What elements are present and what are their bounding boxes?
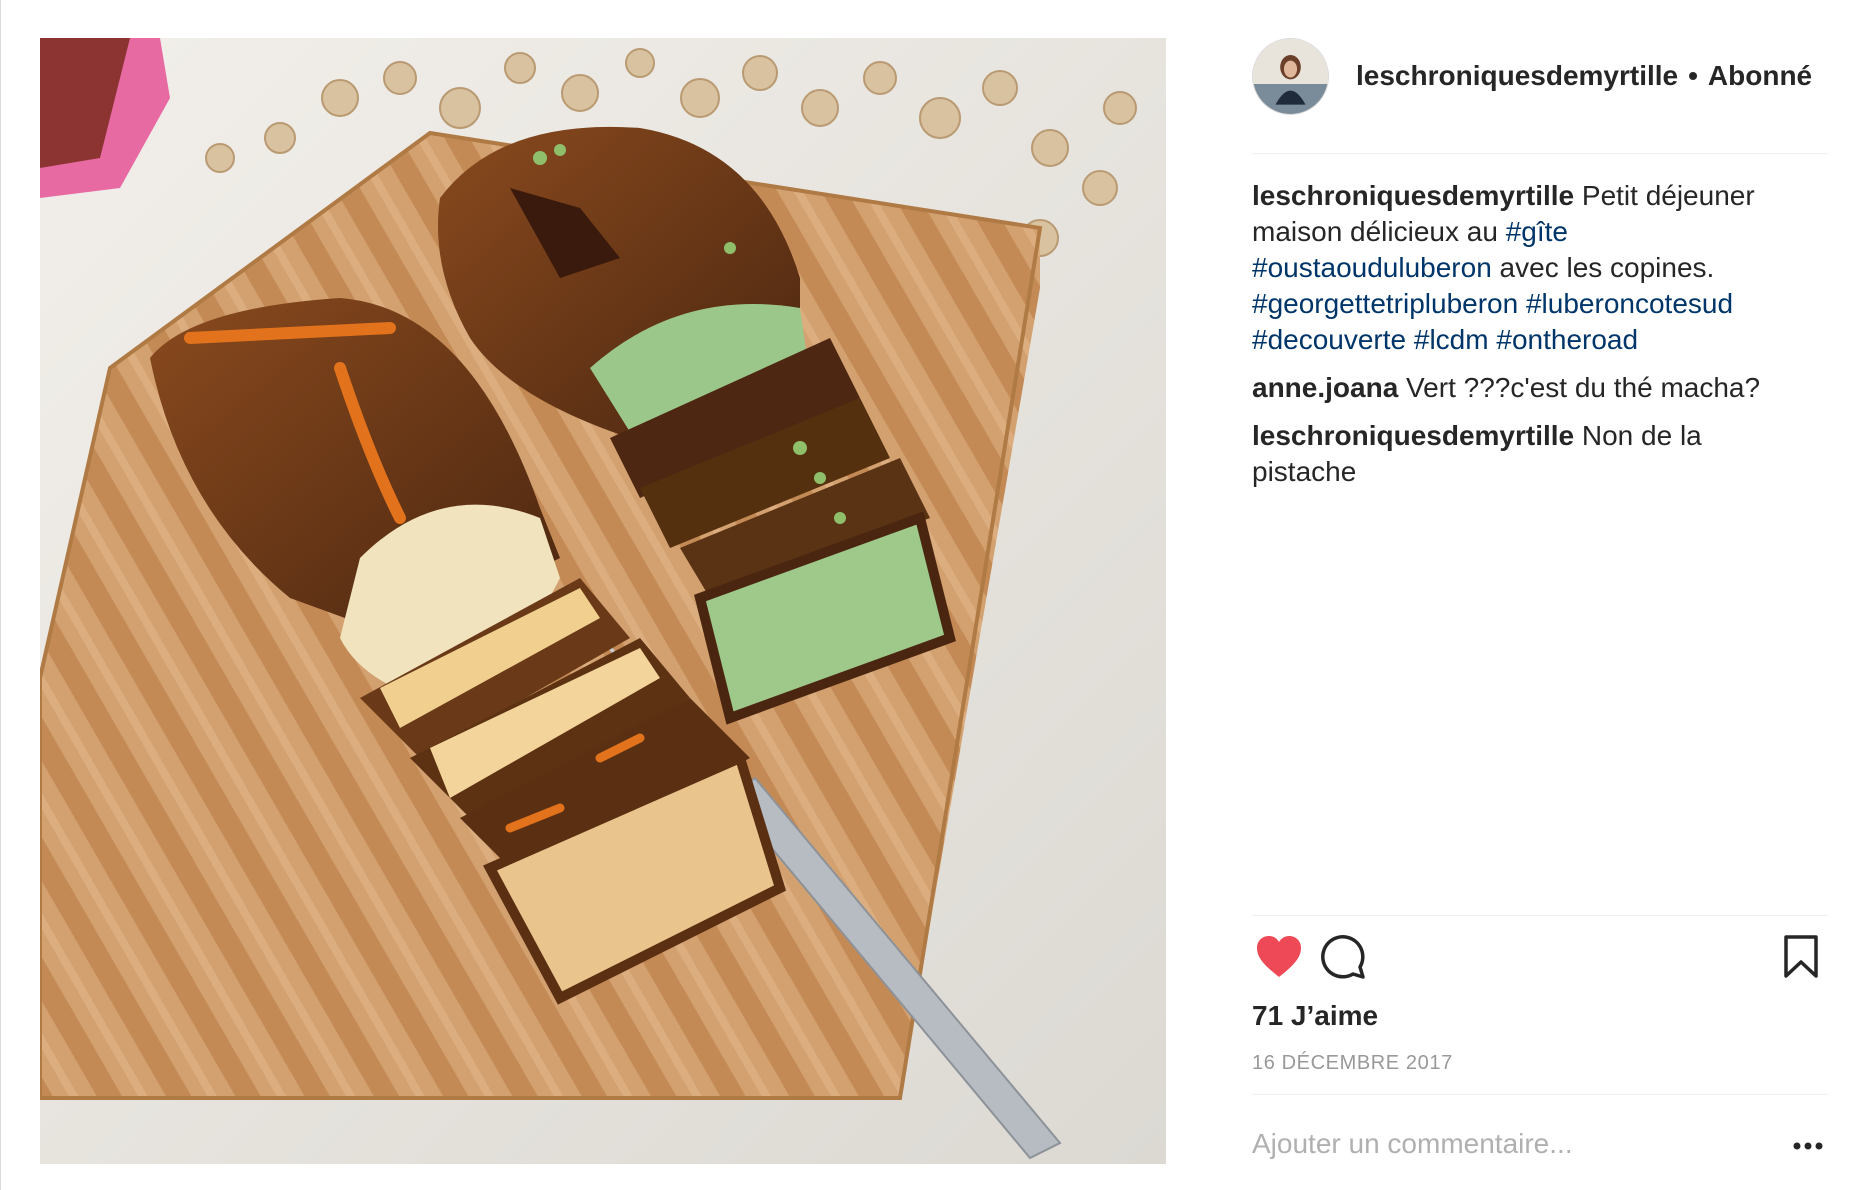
post-actions [1252, 930, 1828, 990]
cake-photo-illustration [40, 38, 1166, 1164]
likes-count[interactable]: 71 J’aime [1252, 1000, 1378, 1032]
comment-username-link[interactable]: leschroniquesdemyrtille [1252, 420, 1574, 451]
hashtag-link[interactable]: #decouverte [1252, 324, 1406, 355]
comment-item: leschroniquesdemyrtille Non de la pistac… [1252, 418, 1812, 490]
more-options-button[interactable] [1788, 1128, 1828, 1164]
comment-icon [1321, 935, 1365, 979]
hashtag-link[interactable]: #georgettetripluberon [1252, 288, 1518, 319]
bookmark-icon [1784, 935, 1818, 978]
caption-space [1518, 288, 1526, 319]
caption-space [1406, 324, 1414, 355]
post-photo[interactable] [40, 38, 1166, 1164]
actions-divider [1252, 915, 1828, 916]
save-button[interactable] [1774, 930, 1828, 984]
avatar-portrait-icon [1253, 39, 1328, 114]
hashtag-link[interactable]: #oustaouduluberon [1252, 252, 1492, 283]
author-avatar[interactable] [1252, 38, 1329, 115]
header-divider [1252, 153, 1828, 154]
add-comment-input[interactable]: Ajouter un commentaire... [1252, 1128, 1812, 1160]
comment-box-divider [1252, 1094, 1828, 1095]
like-button[interactable] [1252, 930, 1306, 984]
post-date[interactable]: 16 DÉCEMBRE 2017 [1252, 1052, 1453, 1075]
separator-dot: • [1688, 60, 1698, 91]
follow-status-button[interactable]: Abonné [1708, 60, 1812, 91]
author-username-link[interactable]: leschroniquesdemyrtille [1356, 60, 1678, 91]
more-options-icon [1793, 1142, 1823, 1150]
caption-username-link[interactable]: leschroniquesdemyrtille [1252, 180, 1574, 211]
heart-icon [1257, 936, 1301, 977]
caption-text: avec les copines. [1491, 252, 1715, 283]
page-border [0, 0, 1, 1190]
comments-list: leschroniquesdemyrtille Petit déjeuner m… [1252, 178, 1812, 502]
comment-item: anne.joana Vert ???c'est du thé macha? [1252, 370, 1812, 406]
post-header: leschroniquesdemyrtille • Abonné [1252, 38, 1828, 118]
comment-text: Vert ???c'est du thé macha? [1398, 372, 1761, 403]
hashtag-link[interactable]: #luberoncotesud [1526, 288, 1733, 319]
post-side-panel: leschroniquesdemyrtille • Abonné leschroni… [1252, 0, 1828, 1190]
hashtag-link[interactable]: #ontheroad [1496, 324, 1638, 355]
caption: leschroniquesdemyrtille Petit déjeuner m… [1252, 178, 1812, 358]
comment-button[interactable] [1316, 930, 1370, 984]
hashtag-link[interactable]: #gîte [1506, 216, 1568, 247]
comment-username-link[interactable]: anne.joana [1252, 372, 1398, 403]
hashtag-link[interactable]: #lcdm [1414, 324, 1489, 355]
header-line: leschroniquesdemyrtille • Abonné [1356, 60, 1812, 92]
